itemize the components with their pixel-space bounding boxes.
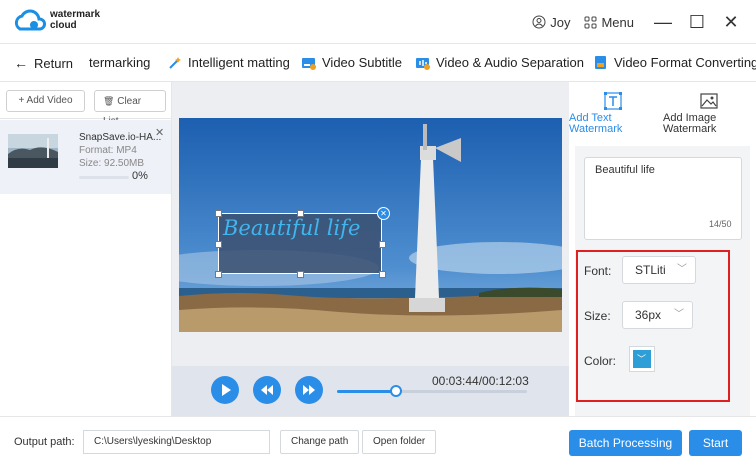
format-convert-icon: [595, 55, 606, 69]
magic-wand-icon: [169, 56, 181, 69]
file-list-header: + Add Video 🗑 Clear List: [0, 82, 171, 127]
character-counter: 14/50: [709, 219, 732, 229]
tab-intelligent-matting-label: Intelligent matting: [188, 55, 290, 70]
batch-processing-button[interactable]: Batch Processing: [569, 430, 682, 456]
tab-add-image-watermark[interactable]: Add Image Watermark: [663, 88, 753, 138]
resize-handle[interactable]: [379, 271, 386, 278]
size-select-value: 36px: [635, 308, 662, 322]
open-folder-button[interactable]: Open folder: [362, 430, 437, 454]
close-window-button[interactable]: ✕: [718, 12, 744, 33]
resize-handle[interactable]: [379, 241, 386, 248]
image-watermark-icon: [700, 93, 718, 109]
output-path-field[interactable]: C:\Users\lyesking\Desktop: [83, 430, 270, 454]
user-menu[interactable]: Joy: [532, 15, 570, 30]
rewind-button[interactable]: [253, 376, 281, 404]
chevron-down-icon: ﹀: [637, 354, 647, 364]
brand-line-2: cloud: [50, 20, 77, 31]
tab-watermarking[interactable]: termarking: [89, 55, 150, 70]
file-name: SnapSave.io-HA...: [79, 132, 162, 143]
resize-handle[interactable]: [215, 210, 222, 217]
file-list-panel: + Add Video 🗑 Clear List SnapSave.io-HA.…: [0, 82, 172, 416]
seek-bar[interactable]: [337, 385, 527, 397]
color-swatch: ﹀: [633, 350, 651, 368]
window-controls: Joy Menu — ☐ ✕: [532, 10, 744, 34]
font-select-value: STLiti: [635, 263, 666, 277]
app-window: watermark cloud Joy Menu — ☐ ✕ ← Return …: [0, 0, 756, 466]
tab-video-audio-separation-label: Video & Audio Separation: [436, 55, 584, 70]
player-controls: 00:03:44/00:12:03: [172, 366, 569, 416]
playback-time: 00:03:44/00:12:03: [432, 374, 529, 388]
trash-icon: 🗑: [103, 96, 115, 106]
user-name: Joy: [550, 14, 571, 30]
clear-list-button[interactable]: 🗑 Clear List: [94, 90, 166, 127]
main-toolbar: ← Return termarking Intelligent matting …: [0, 44, 756, 82]
file-format: Format: MP4: [79, 145, 137, 156]
text-watermark-icon: [604, 92, 622, 110]
brand-line-1: watermark: [50, 9, 101, 20]
add-video-button[interactable]: + Add Video: [6, 90, 85, 112]
resize-handle[interactable]: [215, 271, 222, 278]
tab-intelligent-matting[interactable]: Intelligent matting: [168, 55, 290, 70]
play-icon: [222, 384, 231, 396]
file-progress-percent: 0%: [132, 170, 148, 182]
list-item[interactable]: SnapSave.io-HA... Format: MP4 Size: 92.5…: [0, 120, 171, 194]
play-button[interactable]: [211, 376, 239, 404]
size-select[interactable]: 36px ﹀: [622, 301, 693, 329]
resize-handle[interactable]: [297, 271, 304, 278]
seek-handle[interactable]: [389, 385, 402, 397]
start-button[interactable]: Start: [689, 430, 742, 456]
output-path-label: Output path:: [14, 436, 75, 448]
user-icon: [532, 15, 546, 29]
tab-video-format-converting-label: Video Format Converting: [614, 55, 756, 70]
subtitle-icon: [302, 57, 316, 70]
color-picker[interactable]: ﹀: [629, 346, 655, 372]
watermark-settings-panel: Add Text Watermark Add Image Watermark 1…: [569, 82, 756, 416]
tab-add-image-watermark-label: Add Image Watermark: [663, 112, 717, 135]
resize-handle[interactable]: [215, 241, 222, 248]
separation-icon: [416, 57, 430, 70]
grid-menu-icon: [584, 16, 597, 28]
tab-add-text-watermark-label: Add Text Watermark: [569, 112, 623, 135]
fast-forward-button[interactable]: [295, 376, 323, 404]
brand-name: watermark cloud: [50, 9, 100, 31]
color-label: Color:: [584, 354, 617, 368]
tab-video-format-converting[interactable]: Video Format Converting: [594, 55, 756, 70]
bottom-bar: Output path: C:\Users\lyesking\Desktop C…: [0, 416, 756, 466]
delete-watermark-icon[interactable]: ✕: [377, 207, 390, 220]
title-bar: watermark cloud Joy Menu — ☐ ✕: [0, 0, 756, 44]
return-label: Return: [34, 55, 74, 71]
chevron-down-icon: ﹀: [674, 309, 684, 320]
tab-video-subtitle[interactable]: Video Subtitle: [302, 55, 402, 70]
tab-video-subtitle-label: Video Subtitle: [322, 55, 402, 70]
change-path-button[interactable]: Change path: [280, 430, 360, 454]
file-size: Size: 92.50MB: [79, 158, 145, 169]
menu-button[interactable]: Menu: [584, 15, 634, 30]
remove-file-icon[interactable]: ✕: [155, 126, 164, 139]
return-button[interactable]: ← Return: [14, 55, 73, 71]
tab-watermarking-label: termarking: [89, 55, 151, 70]
resize-handle[interactable]: [297, 210, 304, 217]
seek-fill: [337, 390, 396, 393]
watermark-box[interactable]: Beautiful life ✕: [215, 207, 390, 278]
file-progress-bar: [79, 176, 129, 179]
font-select[interactable]: STLiti ﹀: [622, 256, 696, 284]
chevron-down-icon: ﹀: [677, 264, 687, 275]
menu-label: Menu: [601, 14, 634, 30]
watermark-text: Beautiful life: [223, 216, 361, 240]
maximize-button[interactable]: ☐: [684, 12, 710, 33]
size-label: Size:: [584, 309, 611, 323]
minimize-button[interactable]: —: [650, 12, 676, 33]
font-label: Font:: [584, 264, 612, 278]
preview-area: Beautiful life ✕ 00:03:44/00:12:03: [172, 82, 569, 416]
arrow-left-icon: ←: [14, 55, 28, 71]
fast-forward-icon: [303, 385, 315, 395]
cloud-logo-icon: [14, 9, 47, 31]
tab-add-text-watermark[interactable]: Add Text Watermark: [569, 88, 659, 138]
video-thumbnail: [8, 134, 58, 168]
rewind-icon: [261, 385, 273, 395]
tab-video-audio-separation[interactable]: Video & Audio Separation: [416, 55, 584, 70]
